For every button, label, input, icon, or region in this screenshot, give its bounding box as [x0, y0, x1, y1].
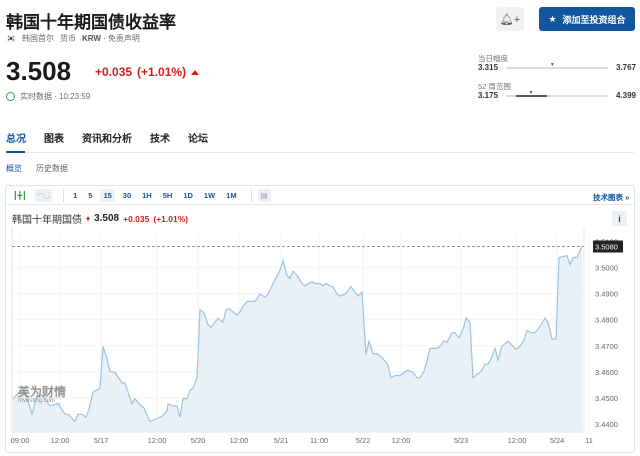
- price-chart[interactable]: 3.51003.50003.49003.48003.47003.46003.45…: [0, 0, 640, 456]
- y-tick-label: 3.4800: [595, 316, 618, 325]
- x-tick-label: 5/22: [356, 436, 371, 445]
- x-tick-label: 5/21: [274, 436, 289, 445]
- x-tick-label: 12:00: [230, 436, 249, 445]
- watermark-cn: 英为财情: [18, 385, 67, 399]
- y-tick-label: 3.4400: [595, 420, 618, 429]
- x-tick-label: 5/23: [454, 436, 469, 445]
- x-tick-label: 11:00: [310, 436, 328, 445]
- x-tick-label: 09:00: [11, 436, 30, 445]
- y-tick-label: 3.4900: [595, 290, 618, 299]
- x-tick-label: 11: [585, 436, 593, 445]
- last-price-label: 3.5080: [595, 242, 618, 251]
- x-tick-label: 12:00: [51, 436, 70, 445]
- y-tick-label: 3.4600: [595, 368, 618, 377]
- x-tick-label: 12:00: [508, 436, 527, 445]
- x-tick-label: 5/20: [191, 436, 206, 445]
- x-tick-label: 12:00: [148, 436, 167, 445]
- x-tick-label: 5/24: [550, 436, 565, 445]
- y-tick-label: 3.4500: [595, 394, 618, 403]
- x-tick-label: 5/17: [94, 436, 109, 445]
- y-tick-label: 3.5000: [595, 263, 618, 272]
- investing-watermark: 英为财情 Investing.com: [18, 386, 66, 404]
- y-tick-label: 3.4700: [595, 342, 618, 351]
- x-tick-label: 12:00: [392, 436, 411, 445]
- area-fill: [13, 246, 582, 432]
